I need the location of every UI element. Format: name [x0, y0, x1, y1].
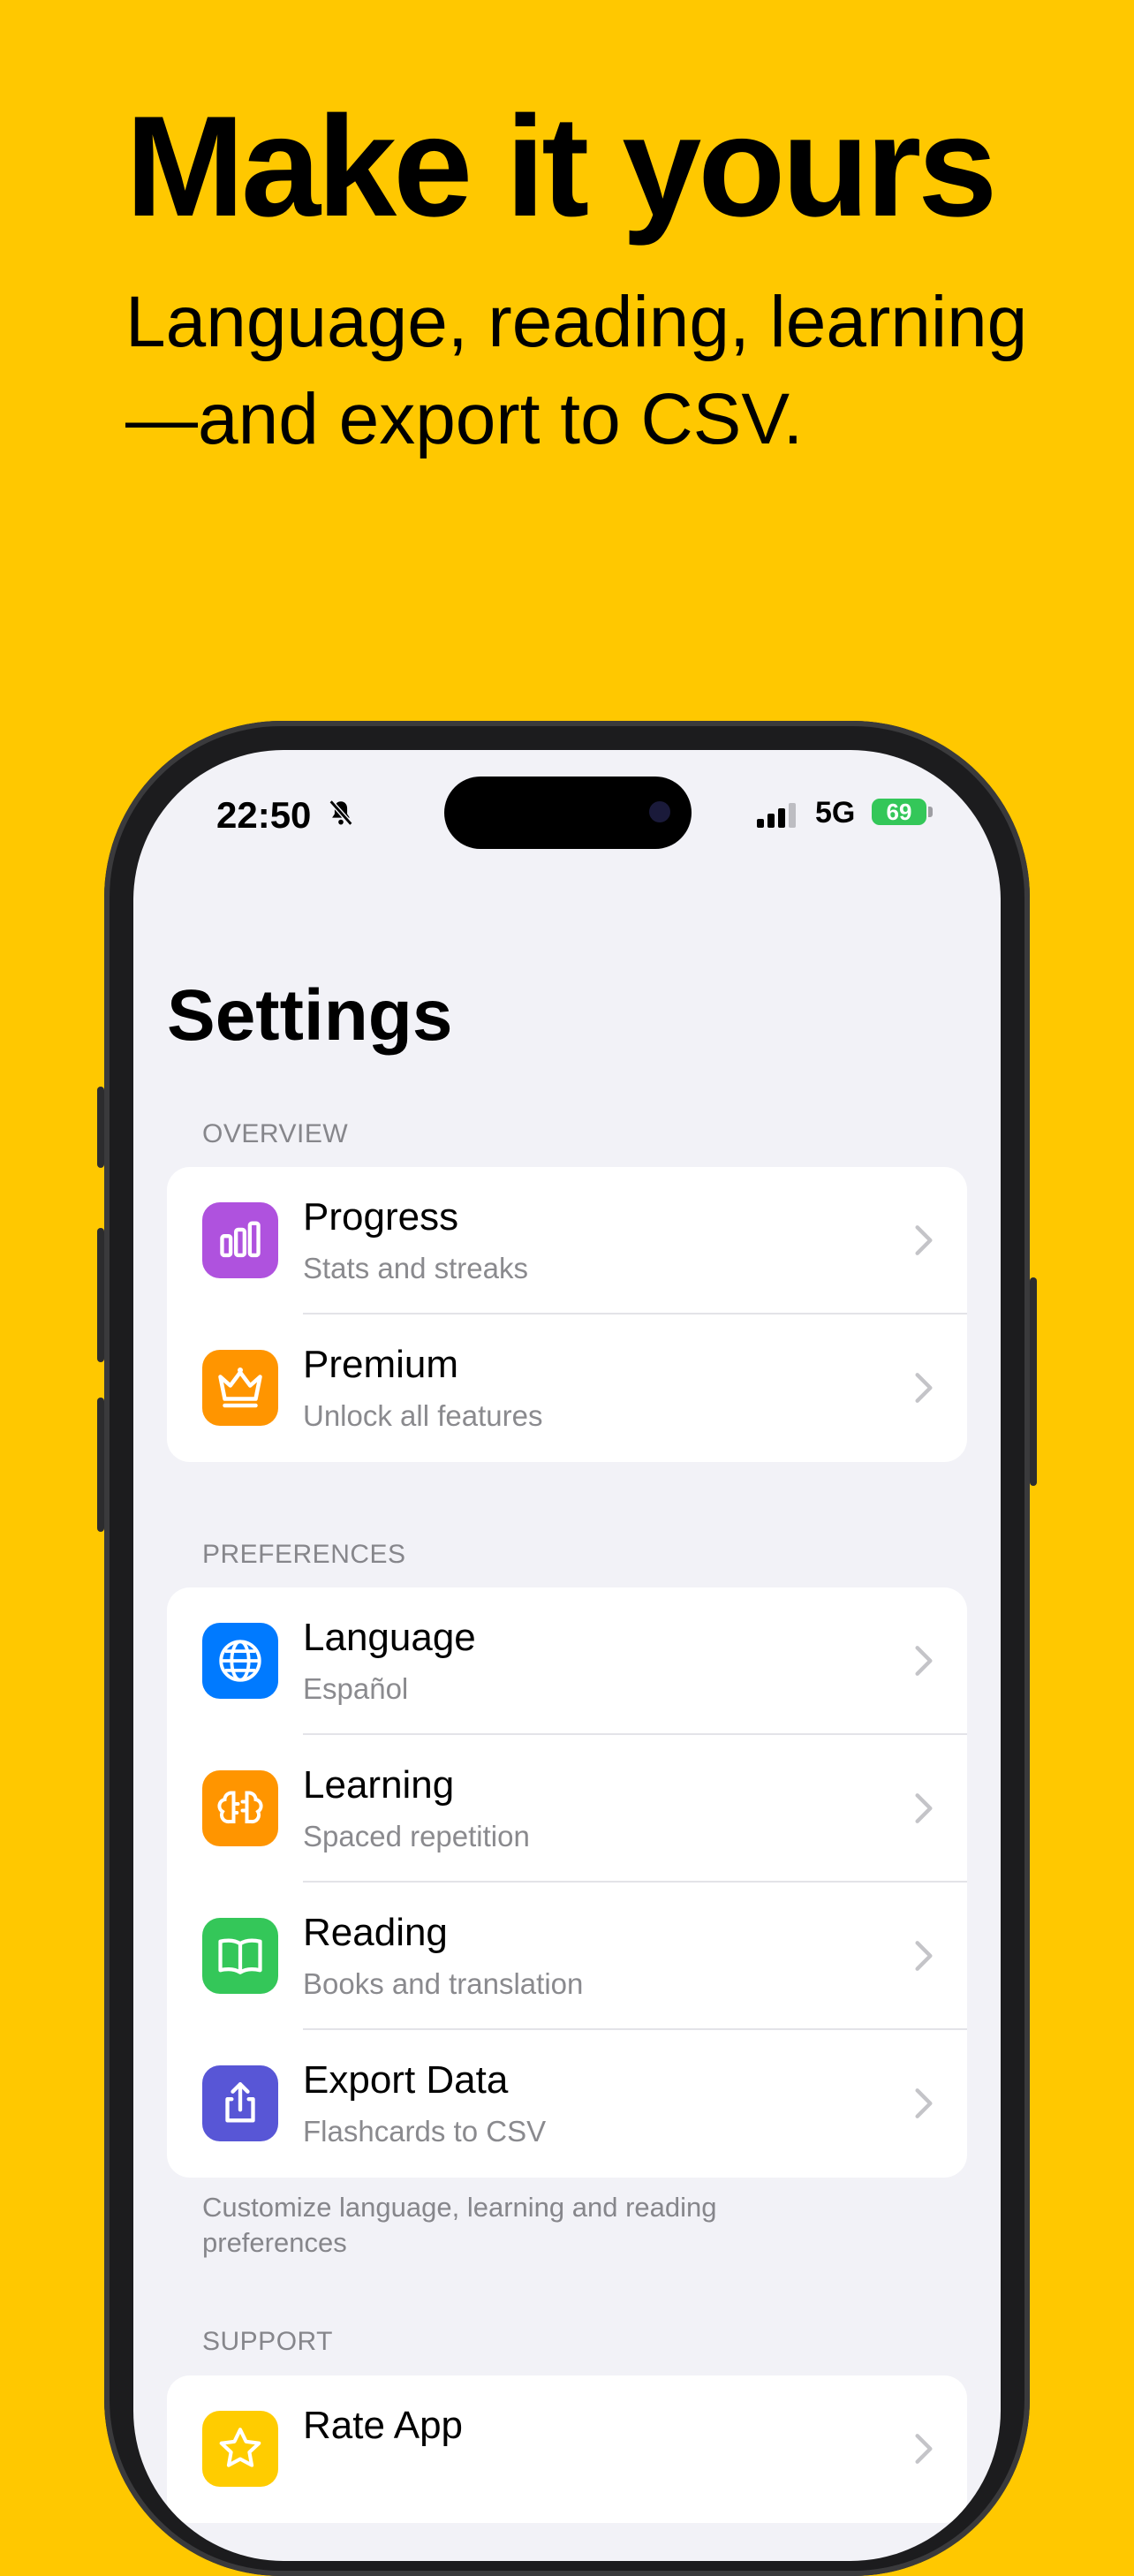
crown-icon	[202, 1350, 278, 1426]
row-title: Learning	[303, 1763, 455, 1807]
preferences-footer: Customize language, learning and reading…	[202, 2192, 717, 2258]
row-title: Language	[303, 1616, 476, 1659]
section-header-support: SUPPORT	[202, 2327, 333, 2356]
signal-icon	[757, 803, 796, 828]
row-export-data[interactable]: Export Data Flashcards to CSV	[167, 2030, 967, 2178]
volume-down-button	[97, 1398, 104, 1532]
row-learning[interactable]: Learning Spaced repetition	[167, 1735, 967, 1883]
battery-tip	[928, 807, 933, 817]
chevron-right-icon	[915, 2088, 933, 2118]
book-icon	[202, 1918, 278, 1994]
brain-icon	[202, 1770, 278, 1846]
row-subtitle: Unlock all features	[303, 1399, 543, 1432]
camera-icon	[649, 801, 670, 822]
row-title: Premium	[303, 1343, 459, 1386]
row-rate-app[interactable]: Rate App	[167, 2375, 967, 2523]
promo-headline: Make it yours	[125, 87, 997, 246]
chevron-right-icon	[915, 1225, 933, 1255]
row-title: Export Data	[303, 2058, 509, 2102]
overview-group: Progress Stats and streaks Premium Unloc…	[167, 1167, 967, 1462]
preferences-group: Language Español Learning Spaced repetit…	[167, 1587, 967, 2178]
phone-screen: 22:50 5G 69 Settings OVERVIEW Progress S…	[133, 750, 1001, 2561]
bell-slash-icon	[329, 799, 353, 826]
globe-icon	[202, 1623, 278, 1699]
status-time: 22:50	[216, 794, 312, 836]
chevron-right-icon	[915, 1373, 933, 1403]
share-icon	[202, 2065, 278, 2141]
chevron-right-icon	[915, 1646, 933, 1676]
chevron-right-icon	[915, 1793, 933, 1823]
bar-chart-icon	[202, 1202, 278, 1278]
section-header-overview: OVERVIEW	[202, 1119, 349, 1148]
dynamic-island	[444, 777, 692, 849]
page-title: Settings	[167, 975, 453, 1056]
row-subtitle: Spaced repetition	[303, 1820, 530, 1852]
row-subtitle: Stats and streaks	[303, 1252, 528, 1284]
row-title: Reading	[303, 1911, 448, 1954]
section-header-preferences: PREFERENCES	[202, 1540, 406, 1569]
row-subtitle: Books and translation	[303, 1967, 584, 2000]
support-group: Rate App	[167, 2375, 967, 2523]
volume-up-button	[97, 1228, 104, 1362]
star-icon	[202, 2411, 278, 2487]
row-title: Progress	[303, 1195, 459, 1239]
row-subtitle: Español	[303, 1672, 409, 1705]
chevron-right-icon	[915, 1941, 933, 1971]
chevron-right-icon	[915, 2434, 933, 2464]
row-subtitle: Flashcards to CSV	[303, 2115, 547, 2148]
action-button	[97, 1087, 104, 1168]
row-language[interactable]: Language Español	[167, 1587, 967, 1735]
network-type: 5G	[815, 796, 856, 830]
row-premium[interactable]: Premium Unlock all features	[167, 1315, 967, 1462]
promo-subline: Language, reading, learning—and export t…	[125, 282, 1028, 459]
power-button	[1030, 1277, 1037, 1486]
row-progress[interactable]: Progress Stats and streaks	[167, 1167, 967, 1315]
row-reading[interactable]: Reading Books and translation	[167, 1883, 967, 2030]
battery-icon: 69	[872, 799, 926, 825]
row-title: Rate App	[303, 2404, 464, 2447]
